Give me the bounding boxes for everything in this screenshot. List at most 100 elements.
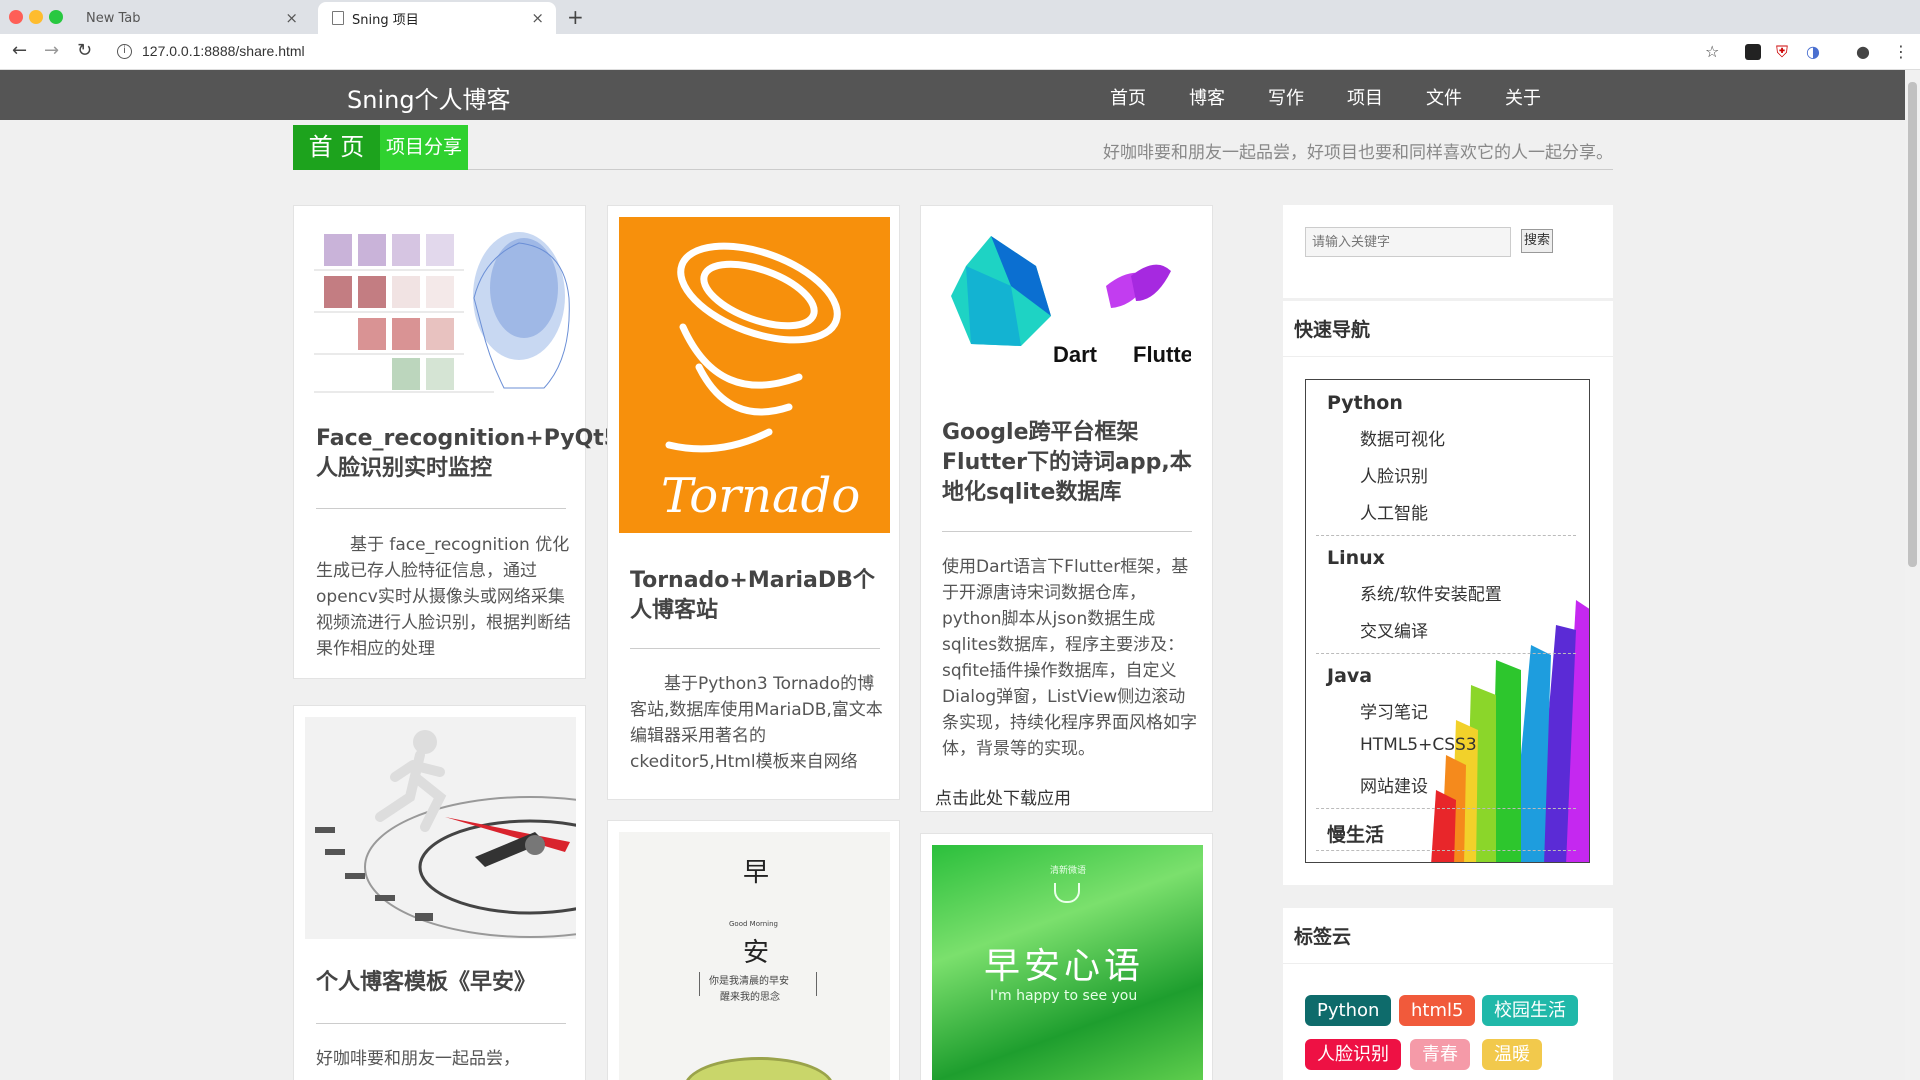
tag-face[interactable]: 人脸识别 — [1305, 1039, 1401, 1070]
tag-cloud-panel: 标签云 Python html5 校园生活 人脸识别 青春 温暖 — [1283, 908, 1613, 1080]
tab-new-tab[interactable]: New Tab × — [72, 2, 310, 34]
reload-icon[interactable]: ↻ — [77, 40, 92, 61]
dart-label: Dart — [1053, 342, 1098, 366]
nav-cat-python[interactable]: Python — [1327, 392, 1403, 414]
site-header: Sning个人博客 首页 博客 写作 项目 文件 关于 — [0, 70, 1905, 120]
window-maximize-button[interactable] — [49, 10, 63, 24]
nav-cat-slowlife[interactable]: 慢生活 — [1327, 820, 1384, 847]
runner-clock-image — [305, 717, 576, 939]
download-link[interactable]: 点击此处下载应用 — [935, 784, 1071, 809]
nav-cat-java[interactable]: Java — [1327, 665, 1372, 687]
nav-home[interactable]: 首页 — [1110, 84, 1189, 110]
lemon-bowl — [684, 1057, 834, 1080]
zaoan-char-1: 早 — [743, 858, 770, 888]
breadcrumb: 首 页 项目分享 好咖啡要和朋友一起品尝，好项目也要和同样喜欢它的人一起分享。 — [293, 125, 1613, 170]
menu-icon[interactable]: ⋮ — [1893, 42, 1909, 61]
tag-html5[interactable]: html5 — [1399, 995, 1476, 1026]
rainbow-brush-decoration — [1431, 600, 1589, 862]
divider — [630, 648, 880, 649]
zaoan-image: 早 Good Morning 安 你是我清晨的早安 醒来我的思念 — [619, 832, 890, 1080]
face-recognition-image — [314, 218, 574, 393]
nav-sub-visualization[interactable]: 数据可视化 — [1360, 425, 1445, 450]
tag-youth[interactable]: 青春 — [1410, 1039, 1470, 1070]
zaoan-char-2: 安 — [743, 938, 770, 968]
project-card-template[interactable]: 个人博客模板《早安》 好咖啡要和朋友一起品尝， — [293, 705, 586, 1080]
star-icon[interactable]: ☆ — [1705, 42, 1719, 61]
tag-campus[interactable]: 校园生活 — [1482, 995, 1578, 1026]
info-icon[interactable]: i — [117, 44, 132, 59]
extension-icon[interactable] — [1745, 44, 1761, 60]
nav-cat-linux[interactable]: Linux — [1327, 547, 1385, 569]
card-title[interactable]: 个人博客模板《早安》 — [316, 968, 571, 998]
nav-blog[interactable]: 博客 — [1189, 84, 1268, 110]
tab-label: Sning 项目 — [352, 12, 419, 28]
shield-icon[interactable]: ⛨ — [1776, 42, 1788, 62]
flutter-label: Flutter — [1133, 342, 1191, 366]
divider — [316, 1023, 566, 1024]
project-card-flutter[interactable]: Dart Flutter Google跨平台框架Flutter下的诗词app,本… — [920, 205, 1213, 812]
divider — [1316, 535, 1576, 536]
forward-arrow-icon[interactable]: → — [44, 40, 59, 61]
tornado-logo-text: Tornado — [661, 468, 860, 524]
translate-icon[interactable]: ◑ — [1806, 42, 1820, 61]
close-icon[interactable]: × — [531, 9, 544, 27]
scrollbar-thumb[interactable] — [1908, 82, 1917, 567]
page-scrollbar[interactable] — [1905, 70, 1920, 1080]
quick-nav-tree: Python 数据可视化 人脸识别 人工智能 Linux 系统/软件安装配置 交… — [1305, 379, 1590, 863]
breadcrumb-home[interactable]: 首 页 — [293, 125, 380, 170]
quick-nav-panel: 快速导航 Python 数据可视化 人脸识别 人工智能 Linux 系统/软件安… — [1283, 301, 1613, 885]
divider — [1316, 653, 1576, 654]
nav-sub-website[interactable]: 网站建设 — [1360, 772, 1428, 797]
browser-tab-bar: New Tab × Sning 项目 × + — [0, 0, 1920, 34]
project-card-tornado[interactable]: Tornado Tornado+MariaDB个人博客站 基于Python3 T… — [607, 205, 900, 800]
xinyu-image: 清新微语 早安心语 I'm happy to see you — [932, 845, 1203, 1080]
search-button[interactable]: 搜索 — [1521, 229, 1553, 253]
page-slogan: 好咖啡要和朋友一起品尝，好项目也要和同样喜欢它的人一起分享。 — [1103, 143, 1613, 163]
tag-python[interactable]: Python — [1305, 995, 1392, 1026]
nav-sub-notes[interactable]: 学习笔记 — [1360, 698, 1428, 723]
project-card-xinyu[interactable]: 清新微语 早安心语 I'm happy to see you — [920, 833, 1213, 1080]
new-tab-plus-icon[interactable]: + — [567, 5, 584, 29]
card-description: 使用Dart语言下Flutter框架，基于开源唐诗宋词数据仓库，python脚本… — [942, 557, 1197, 759]
leaf-icon — [1054, 883, 1080, 903]
tag-cloud-title: 标签云 — [1283, 908, 1613, 964]
nav-about[interactable]: 关于 — [1505, 84, 1584, 110]
site-logo[interactable]: Sning个人博客 — [347, 80, 511, 115]
nav-sub-install[interactable]: 系统/软件安装配置 — [1360, 580, 1502, 605]
nav-files[interactable]: 文件 — [1426, 84, 1505, 110]
window-close-button[interactable] — [9, 10, 23, 24]
tornado-logo-image: Tornado — [619, 217, 890, 533]
zaoan-poem-2: 醒来我的思念 — [720, 992, 780, 1003]
search-input[interactable] — [1305, 227, 1511, 257]
project-card-zaoan[interactable]: 早 Good Morning 安 你是我清晨的早安 醒来我的思念 — [607, 820, 900, 1080]
address-bar[interactable]: 127.0.0.1:8888/share.html — [142, 43, 305, 59]
project-card-face[interactable]: Face_recognition+PyQt5人脸识别实时监控 基于 face_r… — [293, 205, 619, 679]
xinyu-english: I'm happy to see you — [990, 988, 1138, 1004]
card-title[interactable]: Google跨平台框架Flutter下的诗词app,本地化sqlite数据库 — [942, 418, 1197, 508]
browser-toolbar: ← → ↻ i 127.0.0.1:8888/share.html ☆ ⛨ ◑ … — [0, 34, 1920, 70]
card-title[interactable]: Face_recognition+PyQt5人脸识别实时监控 — [316, 424, 619, 484]
card-title[interactable]: Tornado+MariaDB个人博客站 — [630, 566, 885, 626]
nav-write[interactable]: 写作 — [1268, 84, 1347, 110]
divider — [1316, 808, 1576, 809]
nav-projects[interactable]: 项目 — [1347, 84, 1426, 110]
profile-icon[interactable]: ● — [1856, 42, 1870, 61]
xinyu-title: 早安心语 — [984, 946, 1145, 987]
tab-sning-project[interactable]: Sning 项目 × — [318, 2, 556, 34]
nav-sub-ai[interactable]: 人工智能 — [1360, 499, 1428, 524]
window-minimize-button[interactable] — [29, 10, 43, 24]
breadcrumb-current[interactable]: 项目分享 — [380, 125, 468, 170]
zaoan-divider-left — [699, 972, 700, 996]
nav-sub-face[interactable]: 人脸识别 — [1360, 462, 1428, 487]
search-box: 搜索 — [1283, 205, 1613, 298]
nav-sub-crosscompile[interactable]: 交叉编译 — [1360, 617, 1428, 642]
xinyu-small: 清新微语 — [1050, 866, 1087, 876]
back-arrow-icon[interactable]: ← — [12, 40, 27, 61]
tag-warm[interactable]: 温暖 — [1482, 1039, 1542, 1070]
divider — [316, 508, 566, 509]
card-description: 好咖啡要和朋友一起品尝， — [316, 1049, 520, 1069]
nav-sub-html5[interactable]: HTML5+CSS3 — [1360, 735, 1477, 755]
close-icon[interactable]: × — [285, 9, 298, 27]
page-icon — [332, 11, 344, 25]
divider — [942, 531, 1192, 532]
